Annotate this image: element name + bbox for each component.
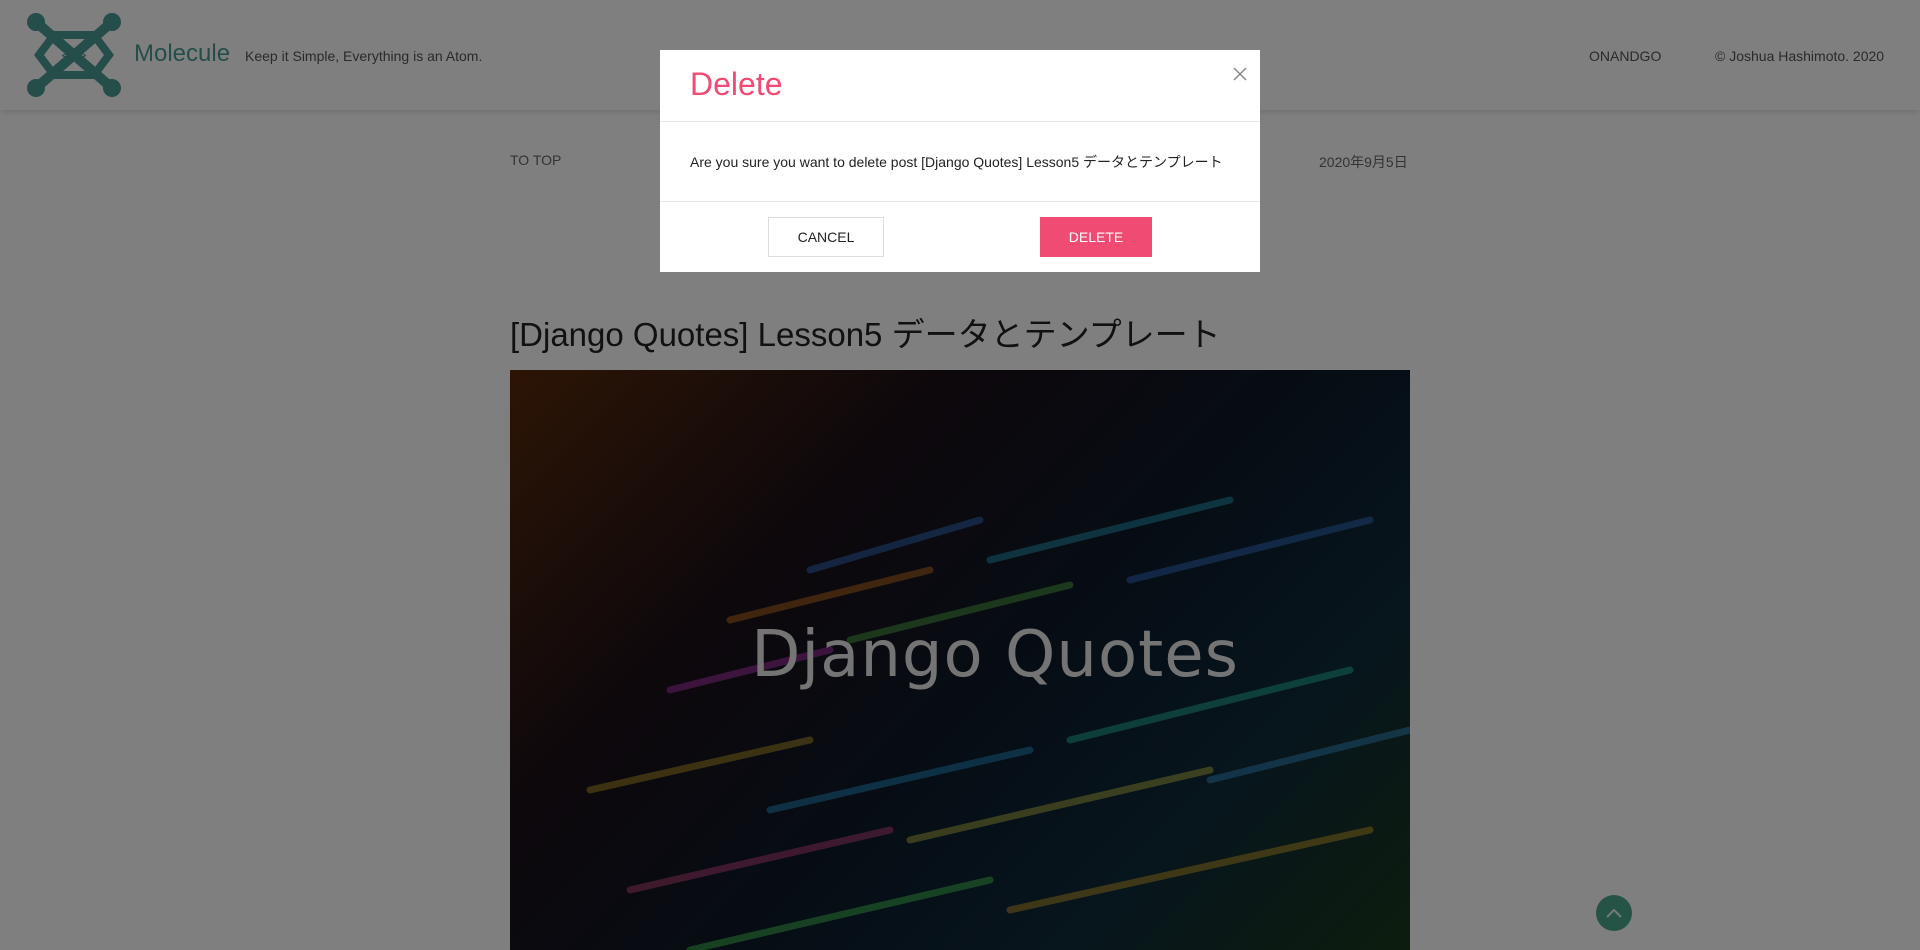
delete-confirm-dialog: Delete Are you sure you want to delete p…: [660, 50, 1260, 272]
cancel-button[interactable]: CANCEL: [768, 217, 884, 257]
dialog-message: Are you sure you want to delete post [Dj…: [690, 154, 1223, 170]
dialog-title: Delete: [690, 66, 783, 102]
dialog-header: Delete: [660, 50, 1260, 122]
close-icon[interactable]: [1230, 64, 1250, 84]
delete-button[interactable]: DELETE: [1040, 217, 1152, 257]
dialog-body: Are you sure you want to delete post [Dj…: [660, 122, 1260, 202]
